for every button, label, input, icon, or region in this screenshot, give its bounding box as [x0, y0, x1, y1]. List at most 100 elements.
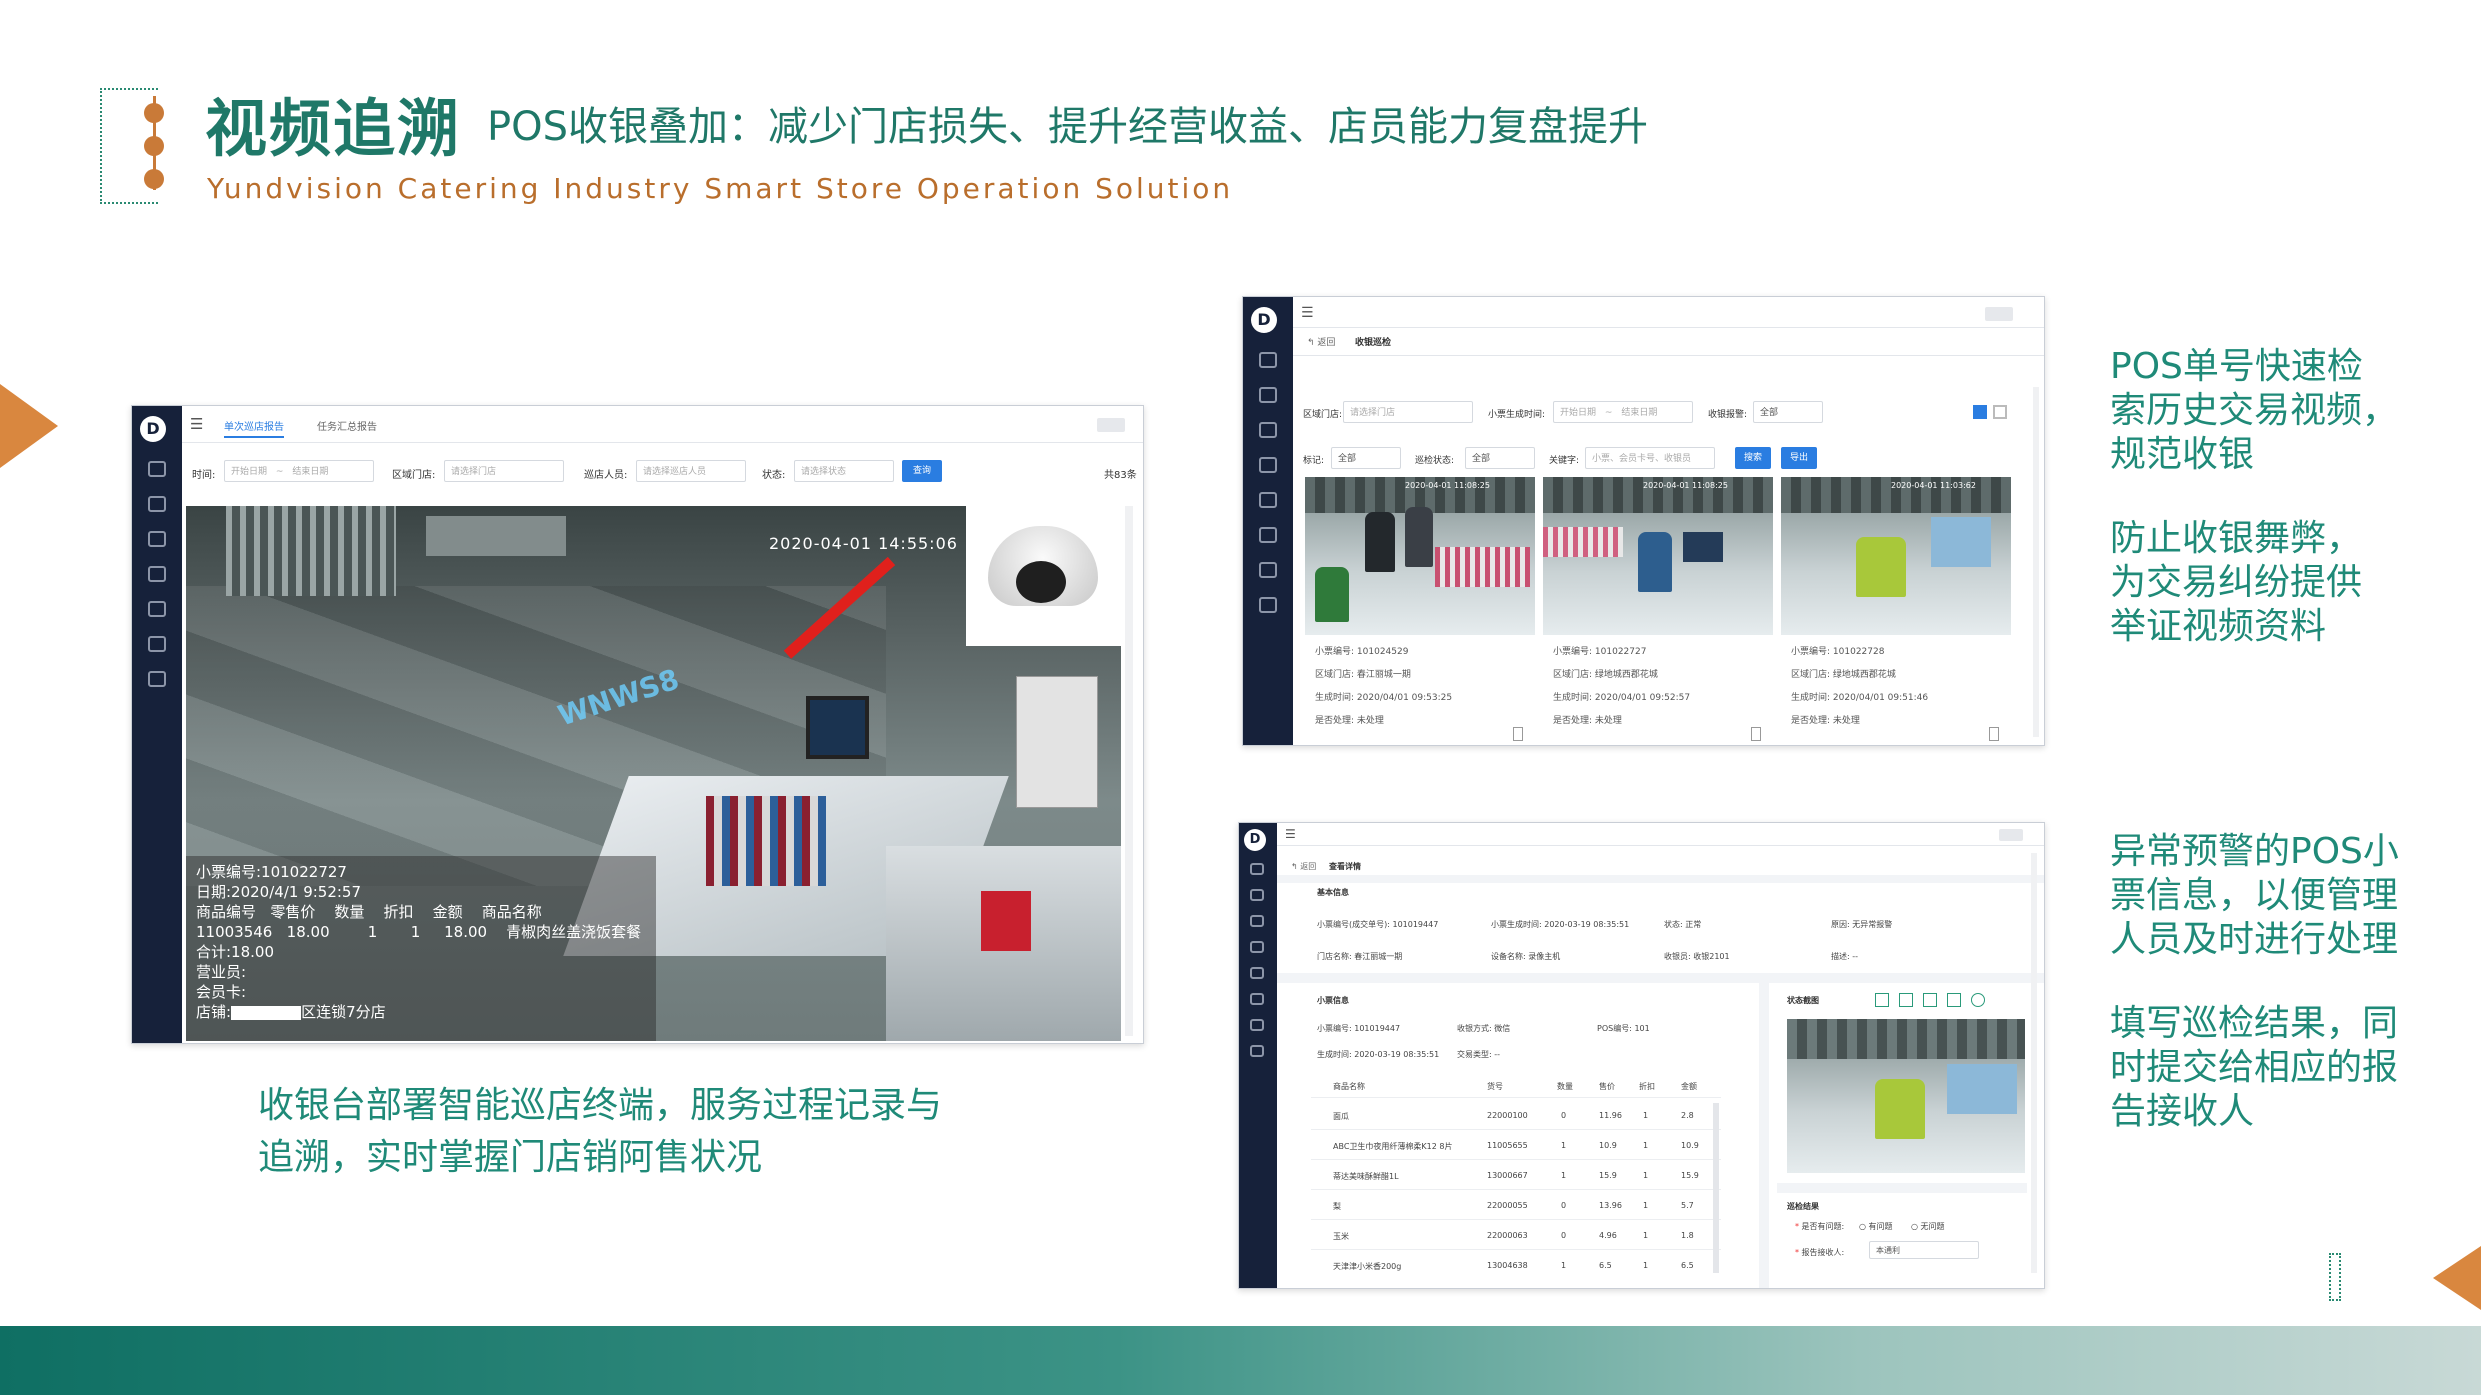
- receipt-table: 商品名称 货号 数量 售价 折扣 金额 面瓜 22000100 0 11.96 …: [1311, 1073, 1721, 1283]
- table-cell: 10.9: [1599, 1141, 1617, 1150]
- radio-no-problem[interactable]: ○ 无问题: [1911, 1221, 1945, 1232]
- scrollbar[interactable]: [1125, 506, 1133, 1036]
- field: 描述: --: [1831, 952, 1859, 961]
- mail-icon[interactable]: [1259, 597, 1277, 613]
- table-cell: 1: [1561, 1141, 1567, 1150]
- field: 门店名称: 春江丽城一期: [1317, 952, 1403, 961]
- alarm-select[interactable]: 全部: [1753, 401, 1823, 423]
- menu-toggle-icon[interactable]: ☰: [190, 415, 203, 433]
- home-icon[interactable]: [1259, 352, 1277, 368]
- staff-select[interactable]: 请选择巡店人员: [636, 460, 746, 482]
- scrollbar[interactable]: [2031, 853, 2037, 1273]
- save-icon[interactable]: [1875, 993, 1889, 1007]
- feature-text-1: POS单号快速检 索历史交易视频， 规范收银: [2110, 346, 2399, 475]
- shield-icon[interactable]: [148, 636, 166, 652]
- bag-icon[interactable]: [148, 601, 166, 617]
- section-gap: [1277, 875, 2044, 883]
- grid-icon[interactable]: [148, 496, 166, 512]
- header-dot-icon: [144, 136, 164, 156]
- receipt-no: 小票编号:101022727: [196, 863, 347, 881]
- table-cell: ABC卫生巾夜用纤薄棉柔K12 8片: [1333, 1142, 1453, 1151]
- back-link[interactable]: ↰ 返回: [1291, 861, 1316, 872]
- gen-time-label: 小票生成时间:: [1488, 410, 1546, 420]
- thumb-timestamp: 2020-04-01 11:03:62: [1891, 481, 1976, 490]
- bookmark-icon[interactable]: [1989, 727, 1999, 741]
- table-cell: 13004638: [1487, 1261, 1528, 1270]
- status-select[interactable]: 请选择状态: [794, 460, 894, 482]
- home-icon[interactable]: [148, 461, 166, 477]
- camera-lens-icon: [1016, 561, 1066, 603]
- search-button[interactable]: 搜索: [1735, 447, 1771, 469]
- table-cell: 玉米: [1333, 1232, 1349, 1241]
- table-cell: 1: [1643, 1231, 1649, 1240]
- table-cell: 0: [1561, 1201, 1567, 1210]
- expand-icon[interactable]: [1899, 993, 1913, 1007]
- back-link[interactable]: ↰ 返回: [1307, 335, 1335, 348]
- bookmark-icon[interactable]: [1513, 727, 1523, 741]
- alarm-label: 收银报警:: [1708, 410, 1748, 420]
- receipt-row: 11003546 18.00 1 1 18.00 青椒肉丝盖浇饭套餐: [196, 923, 642, 941]
- settings-icon[interactable]: [1971, 993, 1985, 1007]
- shield-icon[interactable]: [1259, 527, 1277, 543]
- report-icon[interactable]: [1259, 422, 1277, 438]
- mail-icon[interactable]: [148, 671, 166, 687]
- insp-select[interactable]: 全部: [1465, 447, 1535, 469]
- table-cell: 11.96: [1599, 1111, 1622, 1120]
- mark-select[interactable]: 全部: [1331, 447, 1401, 469]
- mail-icon[interactable]: [1250, 1045, 1264, 1057]
- report-icon[interactable]: [1250, 915, 1264, 927]
- bag-icon[interactable]: [1259, 492, 1277, 508]
- export-button[interactable]: 导出: [1781, 447, 1817, 469]
- receiver-select[interactable]: 本通利: [1869, 1241, 1979, 1259]
- table-cell: 13.96: [1599, 1201, 1622, 1210]
- table-cell: 22000100: [1487, 1111, 1528, 1120]
- image-icon[interactable]: [1923, 993, 1937, 1007]
- radio-has-problem[interactable]: ○ 有问题: [1859, 1221, 1893, 1232]
- menu-toggle-icon[interactable]: ☰: [1285, 827, 1296, 841]
- home-icon[interactable]: [1250, 863, 1264, 875]
- table-scrollbar[interactable]: [1713, 1103, 1719, 1273]
- date-range-input[interactable]: 开始日期 ~ 结束日期: [224, 460, 374, 482]
- edit-icon[interactable]: [1947, 993, 1961, 1007]
- feature-text-2: 防止收银舞弊， 为交易纠纷提供 举证视频资料: [2110, 518, 2363, 647]
- video-thumbnail[interactable]: 2020-04-01 11:08:25: [1543, 477, 1773, 635]
- store-select[interactable]: 请选择门店: [1343, 401, 1473, 423]
- table-cell: 梨: [1333, 1202, 1341, 1211]
- window-control[interactable]: [1097, 418, 1125, 432]
- bag-icon[interactable]: [1250, 967, 1264, 979]
- window-control[interactable]: [1999, 829, 2023, 841]
- keyword-input[interactable]: 小票、会员卡号、收银员: [1585, 447, 1715, 469]
- search-button[interactable]: 查询: [902, 460, 942, 482]
- tab-single-report[interactable]: 单次巡店报告: [224, 418, 284, 433]
- warning-icon[interactable]: [1250, 1019, 1264, 1031]
- grid-icon[interactable]: [1250, 889, 1264, 901]
- gen-date-range[interactable]: 开始日期 ~ 结束日期: [1553, 401, 1693, 423]
- chart-icon[interactable]: [1250, 941, 1264, 953]
- shield-icon[interactable]: [1250, 993, 1264, 1005]
- table-cell: 1: [1643, 1111, 1649, 1120]
- grid-icon[interactable]: [1259, 387, 1277, 403]
- status-screenshot-title: 状态截图: [1787, 996, 1819, 1005]
- menu-toggle-icon[interactable]: ☰: [1301, 305, 1314, 321]
- window-control[interactable]: [1985, 307, 2013, 321]
- bookmark-icon[interactable]: [1751, 727, 1761, 741]
- row-divider: [1311, 1249, 1721, 1250]
- status-screenshot-image[interactable]: [1787, 1019, 2025, 1173]
- col-header: 售价: [1599, 1082, 1615, 1091]
- grid-view-icon[interactable]: [1973, 405, 1987, 419]
- goods: [1543, 527, 1623, 557]
- tab-summary-report[interactable]: 任务汇总报告: [317, 418, 377, 433]
- receipt-info-title: 小票信息: [1317, 996, 1349, 1005]
- video-thumbnail[interactable]: 2020-04-01 11:03:62: [1781, 477, 2011, 635]
- store-select[interactable]: 请选择门店: [444, 460, 564, 482]
- scrollbar[interactable]: [2033, 387, 2039, 737]
- receipt-store: 店铺: 区连锁7分店: [196, 1003, 386, 1021]
- report-icon[interactable]: [148, 531, 166, 547]
- video-thumbnail[interactable]: 2020-04-01 11:08:25: [1305, 477, 1535, 635]
- time-label: 时间:: [192, 470, 216, 481]
- chart-icon[interactable]: [148, 566, 166, 582]
- list-view-icon[interactable]: [1993, 405, 2007, 419]
- chart-icon[interactable]: [1259, 457, 1277, 473]
- warning-icon[interactable]: [1259, 562, 1277, 578]
- camera-video-view[interactable]: WNWS8 2020-04-01 14:55:06 小票编号:101022727…: [186, 506, 1121, 1041]
